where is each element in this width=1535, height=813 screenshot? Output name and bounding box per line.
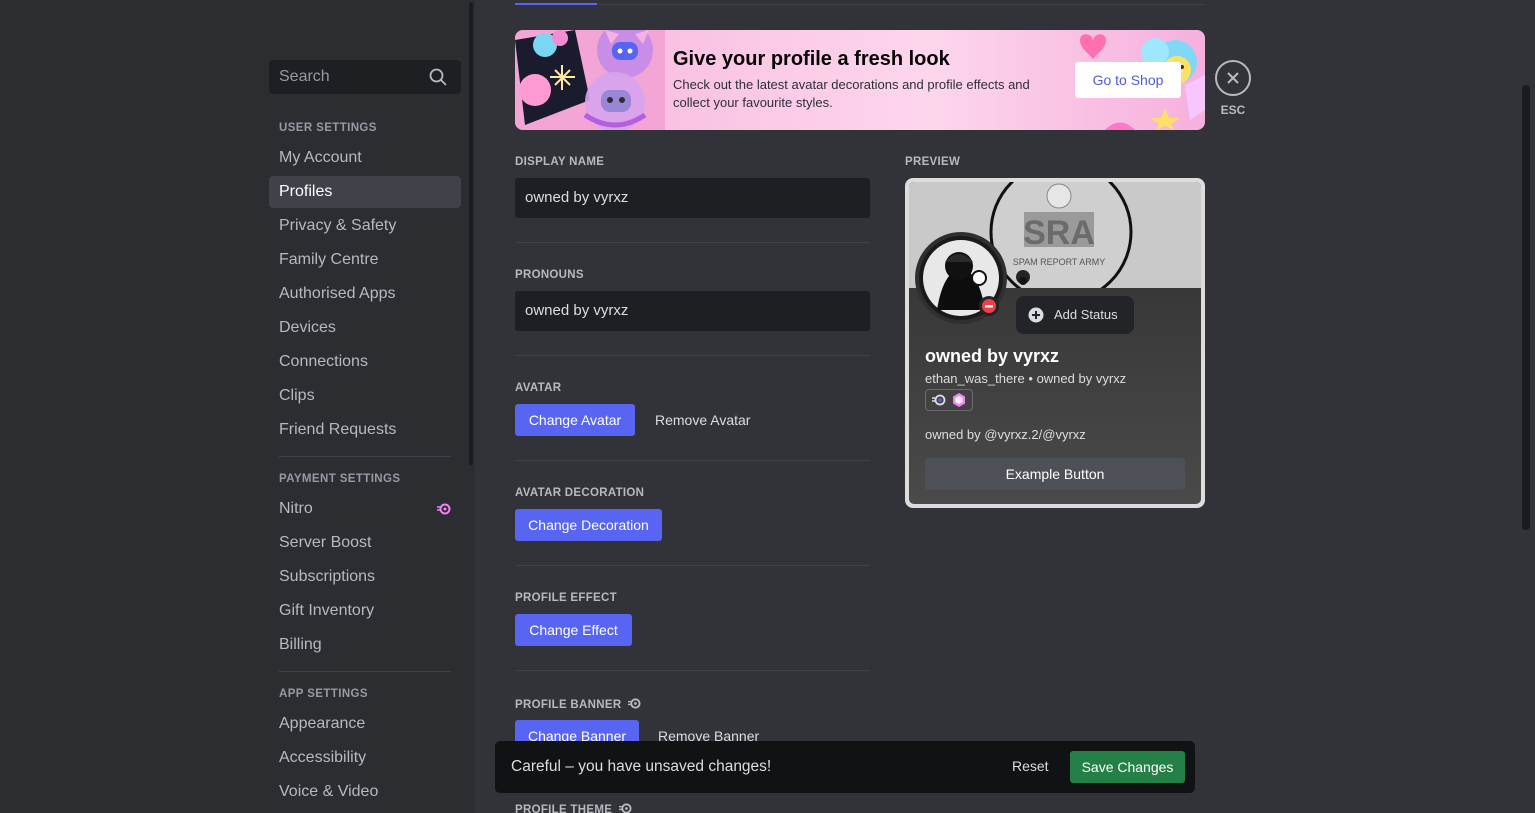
reset-button[interactable]: Reset <box>1012 758 1049 774</box>
badge-list <box>925 389 973 411</box>
active-tab-indicator <box>515 3 597 5</box>
add-status-label: Add Status <box>1054 307 1118 322</box>
preview-username-line: ethan_was_there • owned by vyrxz <box>925 371 1126 386</box>
sidebar-item-profiles[interactable]: Profiles <box>269 176 461 208</box>
unsaved-message: Careful – you have unsaved changes! <box>511 758 772 775</box>
unsaved-changes-bar: Careful – you have unsaved changes! Rese… <box>495 741 1195 793</box>
sidebar-item-gift-inventory[interactable]: Gift Inventory <box>269 595 461 627</box>
section-divider <box>515 355 870 356</box>
user-settings-header: USER SETTINGS <box>279 122 377 134</box>
display-name-label: DISPLAY NAME <box>515 156 605 168</box>
go-to-shop-button[interactable]: Go to Shop <box>1075 62 1181 98</box>
change-decoration-button[interactable]: Change Decoration <box>515 509 662 541</box>
profile-banner-label: PROFILE BANNER <box>515 699 622 711</box>
boost-badge-icon[interactable] <box>952 393 966 407</box>
payment-settings-header: PAYMENT SETTINGS <box>279 473 401 485</box>
esc-label: ESC <box>1220 103 1246 117</box>
section-divider <box>515 460 870 461</box>
close-button[interactable] <box>1215 60 1251 96</box>
nitro-icon <box>437 503 451 515</box>
sidebar-divider <box>279 671 451 672</box>
content-scrollbar[interactable] <box>1522 85 1530 530</box>
banner-logo-text: SRA <box>1023 214 1095 252</box>
banner-logo-subtext: SPAM REPORT ARMY <box>1013 257 1106 267</box>
avatar-label: AVATAR <box>515 382 562 394</box>
preview-bio: owned by @vyrxz.2/@vyrxz <box>925 427 1086 442</box>
nitro-badge-icon[interactable] <box>932 393 946 407</box>
nitro-icon <box>618 803 632 813</box>
section-divider <box>515 670 870 671</box>
preview-pronouns: owned by vyrxz <box>1036 371 1127 386</box>
app-settings-header: APP SETTINGS <box>279 688 368 700</box>
add-status-button[interactable]: Add Status <box>1016 296 1134 334</box>
section-divider <box>515 565 870 566</box>
search-placeholder: Search <box>279 68 330 85</box>
preview-label: PREVIEW <box>905 156 961 168</box>
sidebar-item-subscriptions[interactable]: Subscriptions <box>269 561 461 593</box>
status-bubble-dot <box>1019 277 1027 285</box>
sidebar-item-appearance[interactable]: Appearance <box>269 708 461 740</box>
section-divider <box>515 242 870 243</box>
tab-bar-divider <box>515 4 1205 5</box>
pronouns-input[interactable]: owned by vyrxz <box>515 291 870 331</box>
sidebar-item-connections[interactable]: Connections <box>269 346 461 378</box>
sidebar-item-label: Nitro <box>279 500 313 517</box>
search-icon <box>429 68 447 86</box>
example-button[interactable]: Example Button <box>925 458 1185 490</box>
pronouns-label: PRONOUNS <box>515 269 584 281</box>
sidebar-item-devices[interactable]: Devices <box>269 312 461 344</box>
sidebar-item-privacy-safety[interactable]: Privacy & Safety <box>269 210 461 242</box>
save-changes-button[interactable]: Save Changes <box>1070 751 1185 783</box>
avatar[interactable] <box>915 232 1007 324</box>
sidebar-scrollbar[interactable] <box>469 2 473 465</box>
search-input[interactable]: Search <box>269 60 461 94</box>
nitro-icon <box>627 698 641 709</box>
change-effect-button[interactable]: Change Effect <box>515 614 632 646</box>
separator-dot: • <box>1028 371 1033 386</box>
promo-description: Check out the latest avatar decorations … <box>673 77 1030 110</box>
preview-username: ethan_was_there <box>925 371 1025 386</box>
sidebar-item-accessibility[interactable]: Accessibility <box>269 742 461 774</box>
profile-theme-heading: PROFILE THEME <box>515 802 632 813</box>
sidebar-item-billing[interactable]: Billing <box>269 629 461 661</box>
sidebar-divider <box>279 456 451 457</box>
sidebar-item-my-account[interactable]: My Account <box>269 142 461 174</box>
close-icon <box>1227 72 1239 84</box>
sidebar-item-voice-video[interactable]: Voice & Video <box>269 776 461 808</box>
display-name-input[interactable]: owned by vyrxz <box>515 178 870 218</box>
sidebar-item-nitro[interactable]: Nitro <box>269 493 461 525</box>
sidebar-item-friend-requests[interactable]: Friend Requests <box>269 414 461 446</box>
preview-display-name: owned by vyrxz <box>925 346 1060 366</box>
promo-title: Give your profile a fresh look <box>673 48 950 70</box>
sidebar-item-clips[interactable]: Clips <box>269 380 461 412</box>
settings-sidebar: Search USER SETTINGS My Account Profiles… <box>0 0 475 813</box>
sidebar-item-authorised-apps[interactable]: Authorised Apps <box>269 278 461 310</box>
profile-preview-inner: SRA SPAM REPORT ARMY Add Status owned by… <box>909 182 1201 504</box>
sidebar-item-server-boost[interactable]: Server Boost <box>269 527 461 559</box>
change-avatar-button[interactable]: Change Avatar <box>515 404 635 436</box>
remove-avatar-button[interactable]: Remove Avatar <box>655 404 750 436</box>
promo-illustration <box>515 30 665 130</box>
profile-theme-label: PROFILE THEME <box>515 804 613 813</box>
sidebar-item-family-centre[interactable]: Family Centre <box>269 244 461 276</box>
avatar-decoration-label: AVATAR DECORATION <box>515 487 645 499</box>
profile-banner-heading: PROFILE BANNER <box>515 697 641 711</box>
avatar-image <box>919 236 1003 320</box>
shop-promo-banner: Give your profile a fresh look Check out… <box>515 30 1205 130</box>
profile-effect-label: PROFILE EFFECT <box>515 592 617 604</box>
plus-circle-icon <box>1028 307 1044 323</box>
profile-preview-card: SRA SPAM REPORT ARMY Add Status owned by… <box>905 178 1205 508</box>
